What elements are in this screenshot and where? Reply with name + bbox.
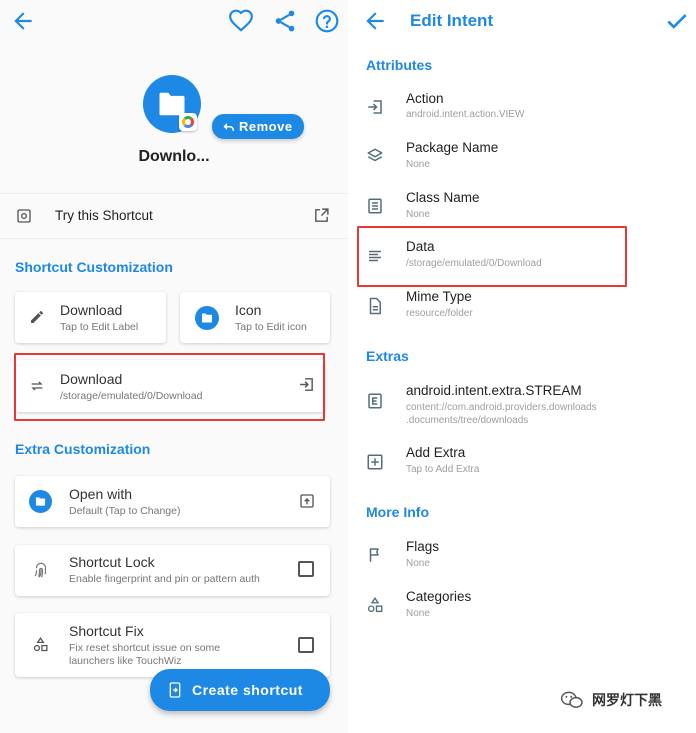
edit-icon-card[interactable]: Icon Tap to Edit icon: [180, 292, 330, 343]
extra-box-icon: [368, 393, 382, 409]
class-value: None: [406, 209, 430, 220]
arrow-left-icon: [366, 12, 384, 30]
shortcut-lock-subtitle: Enable fingerprint and pin or pattern au…: [69, 573, 260, 585]
open-in-app-icon: [300, 494, 314, 508]
wechat-icon: [560, 691, 583, 708]
remove-label: Remove: [239, 119, 293, 134]
shortcut-name: Downlo...: [138, 148, 210, 165]
extra-stream-value-line2: .documents/tree/downloads: [406, 415, 529, 426]
shortcut-lock-card[interactable]: Shortcut Lock Enable fingerprint and pin…: [15, 545, 330, 596]
try-shortcut-label: Try this Shortcut: [55, 208, 153, 223]
package-value: None: [406, 159, 430, 170]
shapes-icon: [33, 636, 48, 652]
edit-label-card[interactable]: Download Tap to Edit Label: [15, 292, 166, 343]
back-button[interactable]: [362, 8, 388, 34]
page-title: Edit Intent: [410, 11, 494, 30]
create-shortcut-label: Create shortcut: [192, 682, 303, 698]
extra-stream-row[interactable]: android.intent.extra.STREAM content://co…: [348, 377, 696, 431]
folder-icon: [202, 313, 212, 323]
share-button[interactable]: [272, 8, 298, 34]
attribute-action-row[interactable]: Action android.intent.action.VIEW: [348, 86, 696, 132]
undo-arrow-icon: [223, 122, 234, 131]
shortcut-icon-preview[interactable]: [143, 75, 201, 133]
file-icon: [369, 297, 381, 315]
arrow-left-icon: [14, 12, 32, 30]
categories-title: Categories: [406, 589, 472, 604]
icon-preview: [195, 306, 219, 330]
help-button[interactable]: [314, 8, 340, 34]
add-box-icon: [367, 454, 383, 470]
package-title: Package Name: [406, 140, 499, 155]
mime-title: Mime Type: [406, 289, 472, 304]
attribute-mime-row[interactable]: Mime Type resource/folder: [348, 283, 696, 329]
open-external-icon: [315, 208, 329, 222]
open-with-title: Open with: [69, 486, 133, 502]
list-box-icon: [368, 198, 382, 214]
settings-box-icon: [17, 209, 31, 223]
shortcut-lock-checkbox[interactable]: [298, 561, 314, 577]
icon-card-title: Icon: [235, 302, 262, 318]
check-icon: [667, 14, 687, 29]
label-card-title: Download: [60, 302, 123, 318]
pencil-icon: [31, 311, 43, 323]
layers-icon: [367, 148, 383, 162]
extra-customization-title: Extra Customization: [15, 441, 151, 457]
category-icon: [367, 597, 383, 613]
watermark: 网罗灯下黑: [560, 690, 662, 710]
app-badge-icon: [179, 113, 197, 131]
create-shortcut-button[interactable]: Create shortcut: [150, 669, 330, 711]
action-title: Action: [406, 91, 444, 106]
flags-title: Flags: [406, 539, 440, 554]
shortcut-fix-subtitle: Fix reset shortcut issue on some: [69, 642, 221, 654]
categories-value: None: [406, 608, 430, 619]
folder-icon: [35, 497, 46, 506]
open-with-subtitle: Default (Tap to Change): [69, 505, 181, 517]
share-icon: [275, 10, 295, 32]
add-extra-title: Add Extra: [406, 445, 466, 460]
confirm-button[interactable]: [664, 8, 690, 34]
heart-icon: [229, 9, 253, 32]
highlight-box: [14, 353, 325, 421]
back-button[interactable]: [10, 8, 36, 34]
shortcut-editor-panel: Remove Downlo... Try this Shortcut Short…: [0, 0, 348, 733]
shortcut-fix-subtitle-line2: launchers like TouchWiz: [69, 655, 182, 667]
flags-value: None: [406, 558, 430, 569]
label-card-subtitle: Tap to Edit Label: [60, 321, 139, 333]
divider: [0, 238, 348, 239]
shortcut-fix-checkbox[interactable]: [298, 637, 314, 653]
open-with-card[interactable]: Open with Default (Tap to Change): [15, 476, 330, 527]
favorite-button[interactable]: [228, 8, 254, 34]
more-info-title: More Info: [366, 504, 429, 520]
open-with-app-icon: [29, 490, 52, 513]
class-title: Class Name: [406, 190, 480, 205]
phone-add-icon: [169, 682, 181, 698]
add-extra-row[interactable]: Add Extra Tap to Add Extra: [348, 440, 696, 486]
action-value: android.intent.action.VIEW: [406, 109, 525, 120]
shortcut-lock-title: Shortcut Lock: [69, 554, 155, 570]
flag-icon: [369, 548, 379, 562]
extra-stream-title: android.intent.extra.STREAM: [406, 383, 582, 398]
flags-row[interactable]: Flags None: [348, 533, 696, 579]
highlight-box: [357, 226, 627, 287]
try-shortcut-row[interactable]: Try this Shortcut: [0, 194, 348, 238]
mime-value: resource/folder: [406, 308, 473, 319]
add-extra-hint: Tap to Add Extra: [406, 464, 480, 475]
attribute-class-row[interactable]: Class Name None: [348, 184, 696, 230]
extra-stream-value: content://com.android.providers.download…: [406, 402, 597, 413]
help-circle-icon: [315, 9, 339, 33]
shortcut-fix-title: Shortcut Fix: [69, 623, 144, 639]
edit-intent-panel: Edit Intent Attributes Action android.in…: [348, 0, 696, 733]
shortcut-fix-card[interactable]: Shortcut Fix Fix reset shortcut issue on…: [15, 613, 330, 677]
attributes-title: Attributes: [366, 57, 433, 73]
shortcut-customization-title: Shortcut Customization: [15, 259, 173, 275]
categories-row[interactable]: Categories None: [348, 583, 696, 629]
remove-button[interactable]: Remove: [212, 114, 304, 139]
attribute-package-row[interactable]: Package Name None: [348, 135, 696, 181]
fingerprint-icon: [34, 562, 47, 578]
login-icon: [368, 100, 382, 114]
extras-title: Extras: [366, 348, 409, 364]
watermark-text: 网罗灯下黑: [592, 692, 662, 708]
icon-card-subtitle: Tap to Edit icon: [235, 321, 307, 333]
